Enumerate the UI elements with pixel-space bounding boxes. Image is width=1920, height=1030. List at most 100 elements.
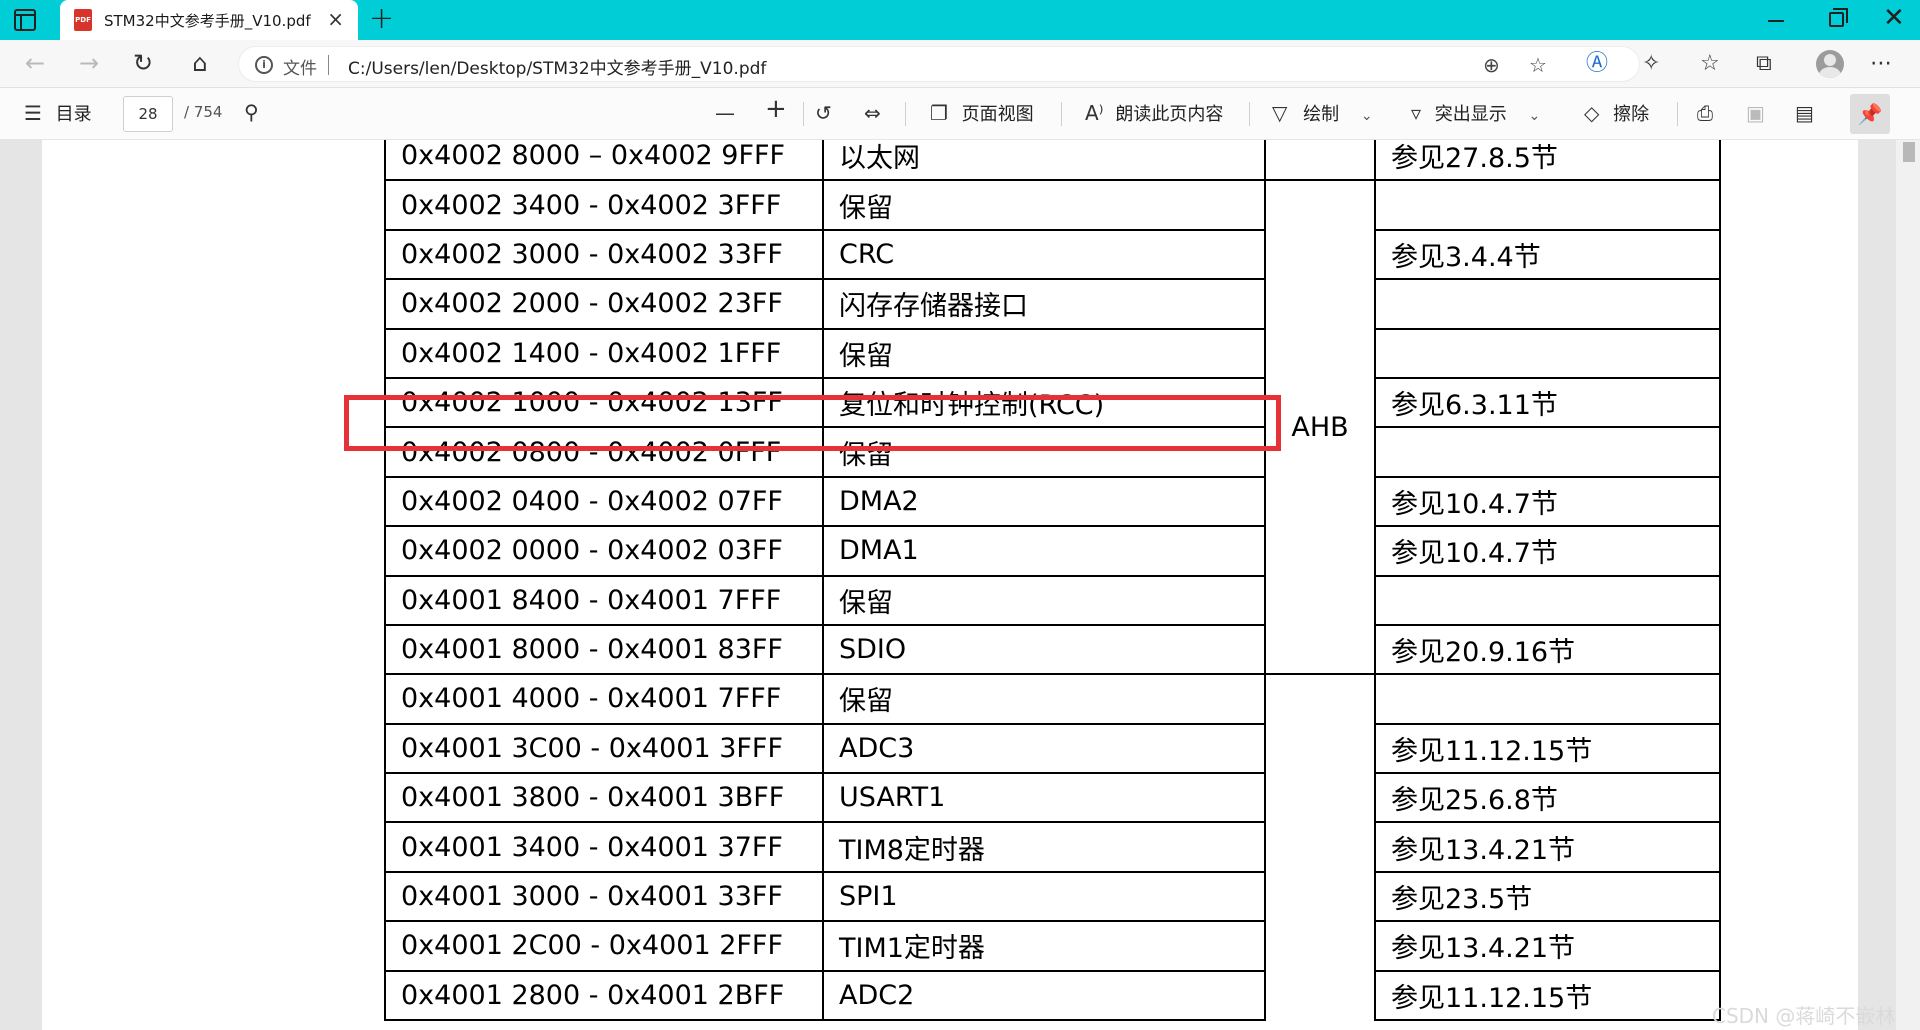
pdf-viewport[interactable]: 0x4002 8000 – 0x4002 9FFF 以太网 参见27.8.5节 0x4…: [0, 140, 1920, 1030]
print-icon[interactable]: ⎙: [1697, 101, 1713, 125]
reference-cell: [1374, 179, 1721, 231]
address-range-cell: 0x4001 4000 - 0x4001 7FFF: [384, 673, 824, 725]
zoom-icon[interactable]: ⊕: [1483, 53, 1500, 77]
forward-icon[interactable]: →: [74, 48, 104, 78]
table-row: 0x4001 8000 - 0x4001 83FF SDIO 参见20.9.16节: [384, 623, 1721, 676]
tab-actions-icon[interactable]: [14, 9, 36, 31]
address-range-cell: 0x4002 0000 - 0x4002 03FF: [384, 525, 824, 577]
collections-icon[interactable]: ⧉: [1756, 49, 1772, 79]
address-range-cell: 0x4002 3000 - 0x4002 33FF: [384, 228, 824, 281]
address-range-cell: 0x4001 3C00 - 0x4001 3FFF: [384, 722, 824, 775]
toc-button[interactable]: ☰ 目录: [24, 101, 92, 127]
peripheral-cell: 保留: [822, 327, 1266, 379]
address-range-cell: 0x4001 3400 - 0x4001 37FF: [384, 821, 824, 873]
save-icon[interactable]: ▣: [1746, 101, 1765, 125]
highlight-label: 突出显示: [1434, 104, 1507, 125]
toc-label: 目录: [55, 104, 92, 125]
draw-icon: ▽: [1272, 101, 1288, 125]
zoom-in-icon[interactable]: +: [765, 96, 787, 122]
pdf-file-icon: PDF: [74, 9, 92, 31]
refresh-icon[interactable]: ↻: [128, 48, 158, 78]
table-row: 0x4001 3800 - 0x4001 3BFF USART1 参见25.6.8节: [384, 772, 1721, 824]
new-tab-button[interactable]: +: [369, 3, 394, 35]
pdf-toolbar: ☰ 目录 28 / 754 ⚲ — + ↺ ⇔ ❐ 页面视图 A⁾ 朗读此页内容…: [0, 88, 1920, 140]
address-field[interactable]: i 文件 C:/Users/len/Desktop/STM32中文参考手册_V1…: [238, 46, 1640, 82]
peripheral-cell: ADC3: [822, 722, 1266, 775]
reference-cell: [1374, 574, 1721, 626]
address-range-cell: 0x4002 1400 - 0x4002 1FFF: [384, 327, 824, 379]
peripheral-cell: SDIO: [822, 623, 1266, 676]
address-range-cell: 0x4001 8400 - 0x4001 7FFF: [384, 574, 824, 626]
zoom-out-icon[interactable]: —: [715, 101, 735, 125]
more-options-icon[interactable]: ⋯: [1870, 49, 1892, 79]
profile-avatar[interactable]: [1816, 50, 1844, 78]
table-row: 0x4002 3000 - 0x4002 33FF CRC 参见3.4.4节: [384, 228, 1721, 281]
minimize-button[interactable]: [1768, 20, 1784, 22]
table-row: 0x4001 2800 - 0x4001 2BFF ADC2 参见11.12.15节: [384, 969, 1721, 1022]
address-range-cell: 0x4002 2000 - 0x4002 23FF: [384, 278, 824, 330]
back-icon[interactable]: ←: [20, 48, 50, 78]
save-as-icon[interactable]: ▤: [1795, 101, 1814, 125]
toolbar-divider: [1061, 102, 1062, 126]
fit-width-icon[interactable]: ⇔: [864, 101, 881, 125]
address-bar-row: ← → ↻ ⌂ i 文件 C:/Users/len/Desktop/STM32中…: [0, 40, 1920, 88]
toolbar-divider: [803, 102, 804, 126]
highlight-button[interactable]: ▿ 突出显示 ⌄: [1411, 101, 1540, 128]
page-view-label: 页面视图: [961, 104, 1034, 125]
browser-tab-active[interactable]: PDF STM32中文参考手册_V10.pdf ×: [60, 0, 358, 40]
vertical-scrollbar[interactable]: [1896, 140, 1920, 1030]
table-row: 0x4001 4000 - 0x4001 7FFF 保留: [384, 673, 1721, 1021]
bus-cell-ahb: AHB: [1264, 180, 1376, 675]
reference-cell: [1374, 673, 1721, 725]
peripheral-cell: USART1: [822, 772, 1266, 824]
search-icon[interactable]: ⚲: [244, 100, 259, 124]
restore-button[interactable]: [1829, 8, 1848, 27]
window-close-button[interactable]: ✕: [1883, 3, 1905, 33]
home-icon[interactable]: ⌂: [185, 48, 215, 78]
table-row: 0x4002 2000 - 0x4002 23FF 闪存存储器接口: [384, 278, 1721, 330]
tab-close-button[interactable]: ×: [327, 9, 344, 29]
scrollbar-thumb[interactable]: [1903, 142, 1915, 162]
address-range-cell: 0x4001 2800 - 0x4001 2BFF: [384, 969, 824, 1022]
url-divider: [328, 55, 329, 75]
favorites-icon[interactable]: ☆: [1700, 49, 1720, 79]
address-range-cell: 0x4001 2C00 - 0x4001 2FFF: [384, 920, 824, 972]
table-row: 0x4002 8000 – 0x4002 9FFF 以太网 参见27.8.5节: [384, 140, 1721, 182]
table-row: 0x4001 3400 - 0x4001 37FF TIM8定时器 参见13.4.2…: [384, 821, 1721, 873]
page-view-button[interactable]: ❐ 页面视图: [930, 101, 1034, 127]
address-range-cell: 0x4001 3800 - 0x4001 3BFF: [384, 772, 824, 824]
page-total: / 754: [184, 103, 223, 121]
draw-button[interactable]: ▽ 绘制 ⌄: [1272, 101, 1373, 128]
table-row: 0x4002 1400 - 0x4002 1FFF 保留: [384, 327, 1721, 379]
rotate-icon[interactable]: ↺: [815, 101, 832, 125]
pin-toolbar-icon[interactable]: 📌: [1850, 94, 1890, 134]
read-aloud-icon[interactable]: Ⓐ: [1586, 49, 1608, 79]
chevron-down-icon[interactable]: ⌄: [1529, 108, 1541, 124]
peripheral-cell: TIM8定时器: [822, 821, 1266, 873]
table-row: 0x4001 3C00 - 0x4001 3FFF ADC3 参见11.12.15节: [384, 722, 1721, 775]
read-aloud-page-icon: A⁾: [1085, 101, 1104, 125]
extensions-icon[interactable]: ✧: [1642, 49, 1660, 79]
peripheral-cell: CRC: [822, 228, 1266, 281]
table-row: 0x4002 0000 - 0x4002 03FF DMA1 参见10.4.7节: [384, 525, 1721, 577]
page-number-input[interactable]: 28: [123, 96, 173, 132]
reference-cell: 参见3.4.4节: [1374, 228, 1721, 281]
table-row: 0x4002 0400 - 0x4002 07FF DMA2 参见10.4.7节: [384, 475, 1721, 528]
watermark: CSDN @蒋崎不嵌林: [1712, 1004, 1896, 1028]
reference-cell: 参见20.9.16节: [1374, 623, 1721, 676]
file-scheme-label: 文件: [283, 59, 317, 79]
url-text[interactable]: C:/Users/len/Desktop/STM32中文参考手册_V10.pdf: [348, 54, 766, 79]
peripheral-cell: TIM1定时器: [822, 920, 1266, 972]
peripheral-cell: 闪存存储器接口: [822, 278, 1266, 330]
info-icon[interactable]: i: [255, 56, 273, 74]
tab-title: STM32中文参考手册_V10.pdf: [104, 11, 311, 30]
chevron-down-icon[interactable]: ⌄: [1361, 108, 1373, 124]
draw-label: 绘制: [1303, 104, 1340, 125]
address-range-cell: 0x4002 8000 – 0x4002 9FFF: [384, 140, 824, 182]
browser-tab-bar: PDF STM32中文参考手册_V10.pdf × + ✕: [0, 0, 1920, 40]
address-range-cell: 0x4002 0400 - 0x4002 07FF: [384, 475, 824, 528]
add-favorite-icon[interactable]: ☆: [1529, 53, 1547, 77]
toolbar-divider: [905, 102, 906, 126]
erase-button[interactable]: ◇ 擦除: [1584, 101, 1649, 127]
read-aloud-button[interactable]: A⁾ 朗读此页内容: [1085, 101, 1223, 127]
